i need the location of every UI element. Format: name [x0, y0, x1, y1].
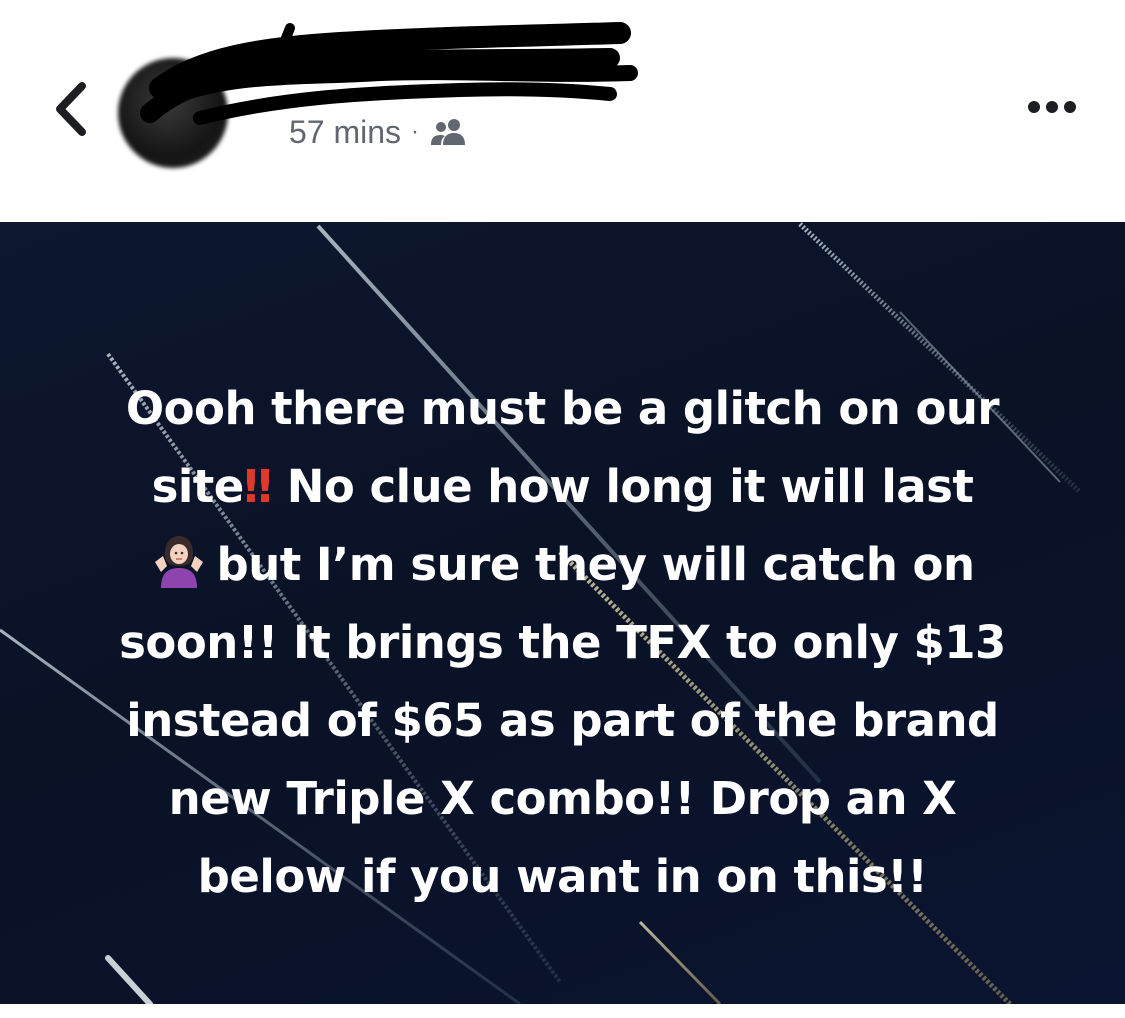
meta-separator: · — [411, 118, 420, 145]
post-background: Oooh there must be a glitch on our site‼… — [0, 222, 1125, 1004]
post-text: Oooh there must be a glitch on our site‼… — [60, 370, 1065, 916]
post-text-line: site‼ No clue how long it will last — [60, 448, 1065, 526]
post-text-line: new Triple X combo!! Drop an X — [168, 772, 957, 825]
post-timestamp[interactable]: 57 mins — [289, 114, 401, 151]
friends-icon[interactable] — [429, 116, 467, 148]
chevron-left-icon — [56, 82, 86, 136]
person-shrugging-emoji — [154, 536, 203, 588]
double-exclamation-emoji: ‼ — [243, 460, 272, 513]
post-meta: 57 mins · — [289, 112, 467, 152]
post-text-fragment: No clue how long it will last — [271, 460, 974, 513]
post-header: 57 mins · — [0, 0, 1125, 222]
post-text-line: instead of $65 as part of the brand — [126, 694, 999, 747]
post-text-fragment: but I’m sure they will catch on — [216, 538, 975, 591]
post-footer — [0, 1004, 1125, 1018]
ellipsis-icon — [1028, 101, 1076, 113]
post-text-fragment: site — [151, 460, 245, 513]
post-text-line: but I’m sure they will catch on — [60, 526, 1065, 604]
post-text-line: Oooh there must be a glitch on our — [125, 382, 1000, 435]
back-button[interactable] — [44, 72, 104, 142]
post-text-line: soon!! It brings the TFX to only $13 — [119, 616, 1006, 669]
post-text-line: below if you want in on this!! — [197, 850, 928, 903]
more-options-button[interactable] — [1022, 92, 1082, 122]
